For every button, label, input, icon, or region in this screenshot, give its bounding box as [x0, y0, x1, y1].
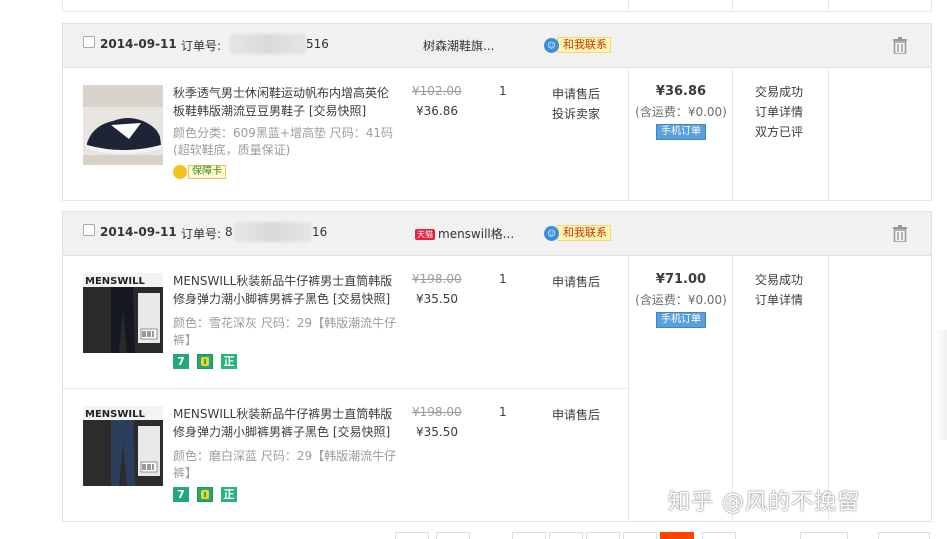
order-card: 2014-09-11 订单号: 8 16 天猫 menswill格... ☺ 和我… [62, 211, 932, 522]
contact-seller-label: 和我联系 [557, 37, 611, 53]
thumbnail-brand-text: MENSWILL [85, 409, 145, 420]
shop-name-text: menswill格... [438, 227, 515, 241]
previous-order-tail [62, 0, 932, 12]
quantity: 1 [499, 84, 507, 98]
order-header: 2014-09-11 订单号: 516 树森潮鞋旗... ☺ 和我联系 [63, 24, 931, 68]
wangwang-icon: ☺ [544, 225, 559, 241]
trade-success-label: 交易成功 [755, 85, 804, 99]
trash-icon[interactable] [892, 225, 908, 242]
order-total: ¥71.00 (含运费：¥0.00) 手机订单 [629, 272, 733, 328]
order-detail-link[interactable]: 订单详情 [755, 102, 803, 122]
apply-after-sale-link[interactable]: 申请售后 [552, 272, 600, 292]
page-input[interactable] [800, 532, 848, 539]
service-badges: 7 正 [173, 354, 237, 369]
total-amount: ¥36.86 [655, 84, 707, 99]
trade-success-label: 交易成功 [755, 273, 804, 287]
genuine-product-icon[interactable]: 正 [221, 487, 237, 502]
original-price: ¥198.00 [412, 405, 462, 419]
order-number-label: 订单号: [181, 39, 222, 53]
order-detail-link[interactable]: 订单详情 [755, 290, 803, 310]
apply-after-sale-link[interactable]: 申请售后 [552, 84, 600, 104]
page-go-button[interactable] [878, 532, 930, 539]
order-total: ¥36.86 (含运费：¥0.00) 手机订单 [629, 84, 733, 140]
page-button[interactable] [623, 532, 657, 539]
product-title-link[interactable]: 秋季透气男士休闲鞋运动帆布内增高英伦板鞋韩版潮流豆豆男鞋子 [交易快照] [173, 84, 398, 120]
page-button-current[interactable] [660, 532, 694, 539]
order-item: MENSWILL MENSWILL秋装新品牛仔裤男士直筒韩版修身弹力潮小脚裤男裤… [63, 256, 628, 389]
tmall-badge-icon: 天猫 [415, 229, 435, 240]
order-number-redaction [234, 222, 312, 242]
unit-price: ¥35.50 [416, 292, 458, 306]
product-thumbnail-jeans[interactable]: MENSWILL [83, 406, 163, 486]
complain-seller-link[interactable]: 投诉卖家 [552, 104, 600, 124]
total-amount: ¥71.00 [655, 272, 707, 287]
page-button[interactable] [702, 532, 736, 539]
page-button[interactable] [549, 532, 583, 539]
trash-icon[interactable] [892, 37, 908, 54]
seven-day-return-icon[interactable]: 7 [173, 354, 189, 369]
product-thumbnail-jeans[interactable]: MENSWILL [83, 273, 163, 353]
product-title-link[interactable]: MENSWILL秋装新品牛仔裤男士直筒韩版修身弹力潮小脚裤男裤子黑色 [交易快照… [173, 272, 398, 308]
guarantee-card-badge[interactable]: 保障卡 [173, 165, 226, 179]
genuine-product-icon[interactable]: 正 [221, 354, 237, 369]
quantity: 1 [499, 405, 507, 419]
shipping-fee: (含运费：¥0.00) [635, 105, 727, 119]
order-status: 交易成功 订单详情 双方已评 [755, 82, 803, 142]
order-checkbox[interactable] [83, 36, 95, 48]
page-button[interactable] [436, 532, 470, 539]
guarantee-shield-icon[interactable] [197, 487, 213, 502]
order-checkbox[interactable] [83, 224, 95, 236]
page-button[interactable] [586, 532, 620, 539]
after-sale-actions: 申请售后 [552, 272, 600, 292]
shop-name-link[interactable]: 树森潮鞋旗... [423, 37, 494, 54]
both-rated-label: 双方已评 [755, 125, 804, 139]
order-number-label: 订单号: [181, 227, 222, 241]
order-status: 交易成功 订单详情 [755, 270, 803, 310]
pagination [0, 532, 947, 539]
watermark: 知乎 @风的不挽留 [668, 490, 860, 515]
order-header: 2014-09-11 订单号: 8 16 天猫 menswill格... ☺ 和我… [63, 212, 931, 256]
contact-seller-label: 和我联系 [557, 225, 611, 241]
order-item: MENSWILL MENSWILL秋装新品牛仔裤男士直筒韩版修身弹力潮小脚裤男裤… [63, 389, 628, 522]
seven-day-return-icon[interactable]: 7 [173, 487, 189, 502]
order-card: 2014-09-11 订单号: 516 树森潮鞋旗... ☺ 和我联系 秋季透气… [62, 23, 932, 201]
apply-after-sale-link[interactable]: 申请售后 [552, 405, 600, 425]
service-badges: 7 正 [173, 487, 237, 502]
guarantee-icon [173, 165, 187, 179]
unit-price: ¥35.50 [416, 425, 458, 439]
page-button[interactable] [395, 532, 429, 539]
contact-seller-button[interactable]: ☺ 和我联系 [544, 37, 611, 53]
product-thumbnail-shoe[interactable] [83, 85, 163, 165]
product-title-link[interactable]: MENSWILL秋装新品牛仔裤男士直筒韩版修身弹力潮小脚裤男裤子黑色 [交易快照… [173, 405, 398, 441]
after-sale-actions: 申请售后 投诉卖家 [552, 84, 600, 124]
quantity: 1 [499, 272, 507, 286]
product-props: 颜色：雪花深灰 尺码：29【韩版潮流牛仔裤】 [173, 316, 397, 347]
mobile-order-badge: 手机订单 [656, 312, 706, 328]
after-sale-actions: 申请售后 [552, 405, 600, 425]
wangwang-icon: ☺ [544, 37, 559, 53]
shipping-fee: (含运费：¥0.00) [635, 293, 727, 307]
guarantee-shield-icon[interactable] [197, 354, 213, 369]
guarantee-label: 保障卡 [188, 165, 226, 179]
order-number-suffix: 516 [306, 37, 329, 51]
product-props: 颜色：磨白深蓝 尺码：29【韩版潮流牛仔裤】 [173, 449, 397, 480]
original-price: ¥102.00 [412, 84, 462, 98]
shop-name-link[interactable]: 天猫 menswill格... [415, 225, 514, 242]
original-price: ¥198.00 [412, 272, 462, 286]
unit-price: ¥36.86 [416, 104, 458, 118]
order-number-suffix: 16 [312, 225, 328, 239]
scroll-shadow [935, 330, 947, 440]
order-number-prefix: 8 [225, 225, 233, 239]
thumbnail-brand-text: MENSWILL [85, 276, 145, 287]
mobile-order-badge: 手机订单 [656, 124, 706, 140]
contact-seller-button[interactable]: ☺ 和我联系 [544, 225, 611, 241]
order-date: 2014-09-11 [100, 225, 177, 239]
order-date: 2014-09-11 [100, 37, 177, 51]
page-button[interactable] [512, 532, 546, 539]
order-number-redaction [229, 34, 307, 54]
product-props: 颜色分类：609黑蓝+增高垫 尺码：41码(超软鞋底，质量保证) [173, 126, 394, 157]
